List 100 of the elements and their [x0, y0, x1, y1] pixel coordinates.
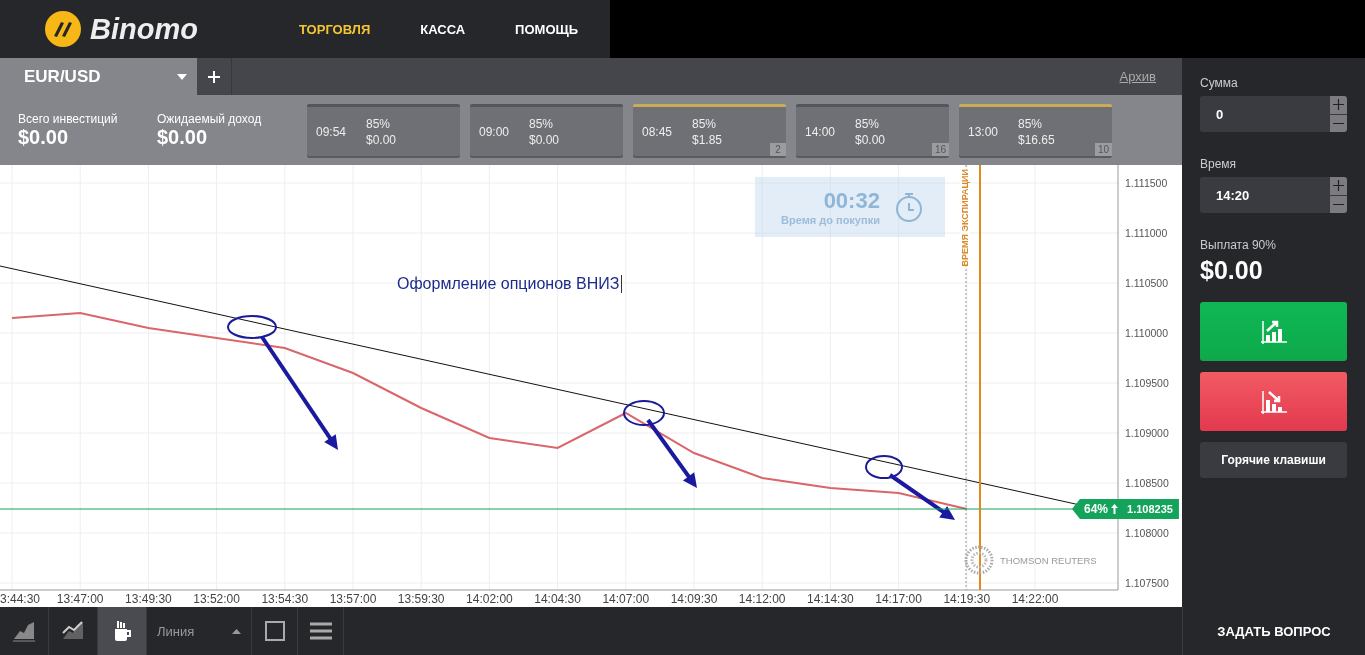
summary-value: $0.00 — [18, 125, 69, 149]
axis-label: 13:52:00 — [193, 592, 240, 606]
deal-percent: 85% — [529, 116, 555, 131]
deal-time: 09:54 — [316, 124, 348, 139]
nav-link[interactable]: КАССА — [395, 21, 491, 37]
summary-label: Ожидаемый доход — [157, 111, 263, 126]
deal-amount: $0.00 — [366, 132, 397, 147]
menu-icon — [309, 622, 332, 640]
deal-count: 2 — [770, 143, 786, 156]
time-label: Время — [1200, 157, 1238, 171]
amount-label: Сумма — [1200, 76, 1239, 90]
deal-percent: 85% — [692, 116, 718, 131]
plus-icon — [1333, 99, 1344, 111]
increase-button[interactable] — [1330, 177, 1347, 195]
arrow-mark — [888, 473, 955, 520]
axis-label: 14:02:00 — [466, 592, 513, 606]
expiry-label: ВРЕМЯ ЭКСПИРАЦИИ — [960, 169, 970, 267]
deal-time: 08:45 — [642, 124, 674, 139]
axis-label: 14:14:30 — [807, 592, 854, 606]
axis-label: 13:49:30 — [125, 592, 172, 606]
axis-label: 14:09:30 — [670, 592, 718, 606]
axis-label: 13:59:30 — [397, 592, 445, 606]
decrease-button[interactable] — [1330, 195, 1347, 213]
deal-count: 16 — [931, 143, 949, 156]
increase-button[interactable] — [1330, 96, 1347, 114]
circle-mark — [865, 455, 903, 479]
deal-time: 13:00 — [968, 124, 1000, 139]
caret-up-icon — [232, 628, 241, 634]
logo-icon — [44, 10, 82, 48]
deal-time: 09:00 — [479, 124, 511, 139]
hotkeys-button[interactable]: Горячие клавиши — [1200, 442, 1347, 478]
arrow-mark — [646, 418, 697, 488]
axis-label: 1.108000 — [1125, 527, 1169, 539]
deal-count: 10 — [1094, 143, 1112, 156]
countdown-value: 00:32 — [823, 188, 880, 214]
deal-percent: 85% — [366, 116, 392, 131]
annotation-text: Оформление опционов ВНИЗ — [397, 275, 623, 293]
summary-value: $0.00 — [157, 125, 208, 149]
up-arrow-icon — [1111, 504, 1119, 514]
circle-mark — [623, 400, 665, 426]
axis-label: 3:44:30 — [0, 592, 41, 606]
provider-text: THOMSON REUTERS — [1000, 554, 1097, 566]
minus-icon — [1333, 121, 1344, 125]
deal-amount: $0.00 — [855, 132, 886, 147]
circle-mark — [227, 315, 277, 339]
axis-label: 14:12:00 — [738, 592, 786, 606]
deal-percent: 85% — [1018, 116, 1044, 131]
axis-label: 1.109500 — [1125, 377, 1169, 389]
plus-icon — [1333, 180, 1344, 192]
put-button[interactable] — [1200, 372, 1347, 431]
axis-label: 13:54:30 — [261, 592, 309, 606]
chart-down-icon — [1260, 388, 1287, 415]
payout-label: Выплата 90% — [1200, 238, 1277, 252]
dotted-globe-icon — [964, 545, 994, 575]
payout-value: $0.00 — [1200, 256, 1264, 285]
area-chart-icon — [12, 619, 36, 643]
deal-card[interactable]: 09:00 85% $0.00 — [470, 104, 623, 156]
axis-label: 14:17:00 — [875, 592, 922, 606]
deal-amount: $1.85 — [692, 132, 723, 147]
countdown-label: Время до покупки — [781, 214, 880, 226]
axis-label: 14:19:30 — [943, 592, 991, 606]
axis-label: 13:57:00 — [329, 592, 377, 606]
axis-label: 14:22:00 — [1011, 592, 1059, 606]
deal-card[interactable]: 14:00 85% $0.00 16 — [796, 104, 949, 156]
axis-label: 1.109000 — [1125, 427, 1169, 439]
axis-label: 14:07:00 — [602, 592, 650, 606]
caret-down-icon — [177, 73, 187, 80]
chart-type-dropdown[interactable]: Линия — [147, 607, 252, 655]
axis-label: 13:47:00 — [56, 592, 104, 606]
asset-selector[interactable]: EUR/USD — [0, 58, 197, 95]
axis-label: 1.111000 — [1125, 227, 1168, 239]
deal-amount: $0.00 — [529, 132, 560, 147]
summary-label: Всего инвестиций — [18, 111, 119, 126]
nav-link[interactable]: ПОМОЩЬ — [490, 21, 604, 37]
deal-percent: 85% — [855, 116, 881, 131]
square-icon — [264, 621, 285, 641]
ask-question-button[interactable]: ЗАДАТЬ ВОПРОС — [1183, 607, 1365, 655]
logo-text: Binomo — [90, 12, 198, 46]
stopwatch-icon — [893, 191, 924, 223]
deal-card[interactable]: 09:54 85% $0.00 — [307, 104, 460, 156]
deal-time: 14:00 — [805, 124, 837, 139]
decrease-button[interactable] — [1330, 114, 1347, 132]
axis-label: 1.111500 — [1125, 177, 1168, 189]
axis-label: 1.110000 — [1125, 327, 1168, 339]
archive-link[interactable]: Архив — [1119, 69, 1156, 84]
nav-link[interactable]: ТОРГОВЛЯ — [274, 21, 396, 37]
axis-label: 14:04:30 — [534, 592, 581, 606]
minus-icon — [1333, 202, 1344, 206]
chart-up-icon — [1260, 318, 1287, 345]
call-button[interactable] — [1200, 302, 1347, 361]
price-badge: 64% 1.108235 — [1072, 499, 1179, 519]
deal-card[interactable]: 13:00 85% $16.65 10 — [959, 104, 1112, 156]
axis-label: 1.110500 — [1125, 277, 1168, 289]
deal-card[interactable]: 08:45 85% $1.85 2 — [633, 104, 786, 156]
amount-field[interactable]: 0 — [1200, 96, 1330, 132]
plus-icon — [208, 70, 220, 83]
time-field[interactable]: 14:20 — [1200, 177, 1330, 213]
axis-label: 1.107500 — [1125, 577, 1169, 589]
axis-label: 1.108500 — [1125, 477, 1169, 489]
chart-tool-button[interactable] — [98, 607, 147, 655]
